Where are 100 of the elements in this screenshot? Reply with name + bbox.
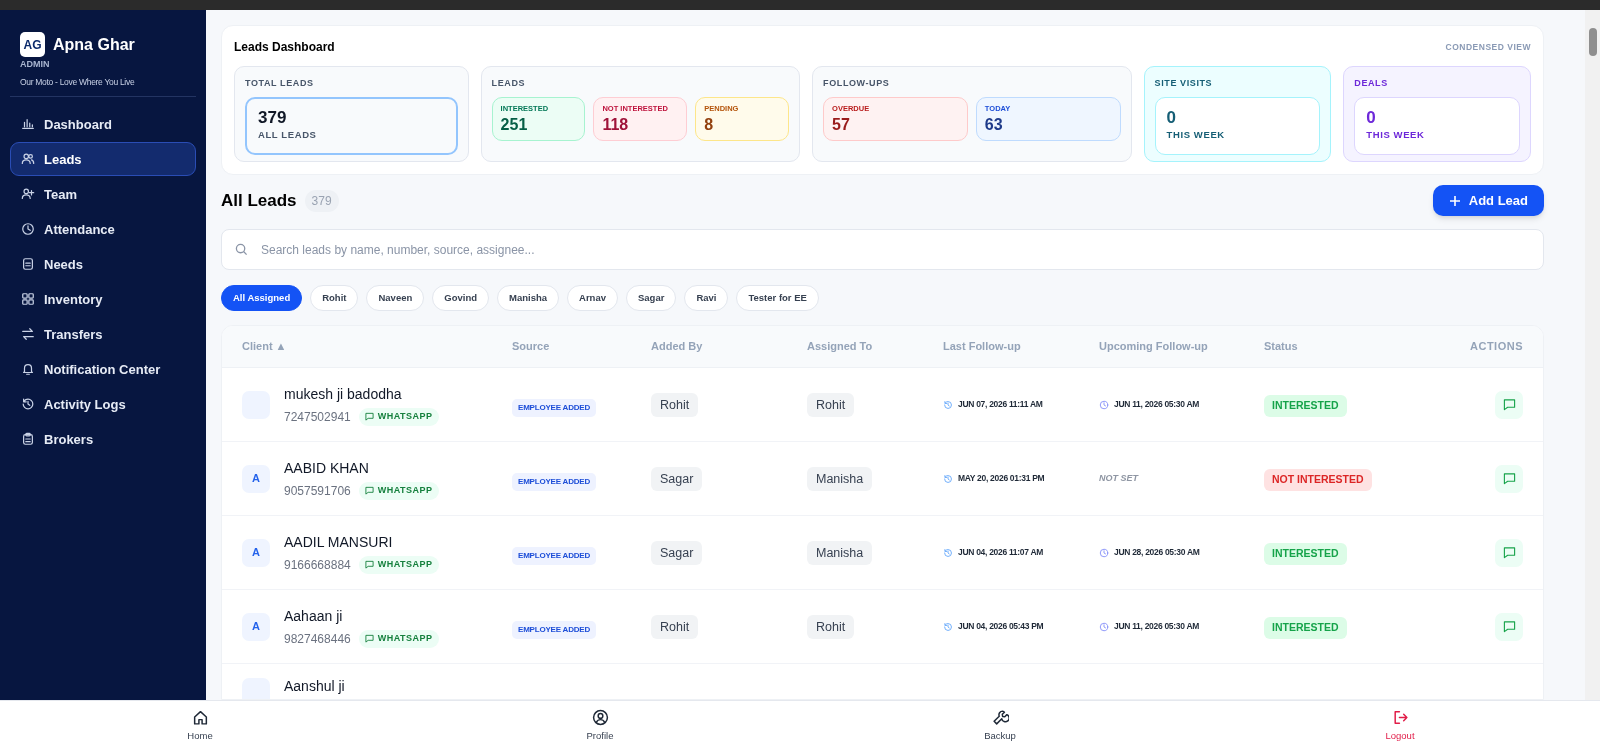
- bar-chart-icon: [21, 117, 35, 132]
- filter-chip[interactable]: Govind: [432, 285, 489, 311]
- sidebar-item[interactable]: Transfers: [10, 317, 196, 352]
- chat-icon: [364, 634, 374, 643]
- users-icon: [21, 152, 35, 167]
- dashboard-title: Leads Dashboard: [234, 39, 335, 56]
- chat-icon: [1502, 472, 1516, 485]
- assignee-tag: Manisha: [807, 466, 873, 492]
- filter-chip[interactable]: Naveen: [366, 285, 425, 311]
- assignee-tag: Rohit: [807, 614, 855, 640]
- source-tag: EMPLOYEE ADDED: [512, 472, 597, 491]
- added-by-tag: Rohit: [651, 614, 699, 640]
- comment-button[interactable]: [1495, 538, 1523, 567]
- bottom-nav-item[interactable]: Profile: [400, 701, 800, 751]
- stat-group-label: DEALS: [1354, 77, 1389, 90]
- source-tag: EMPLOYEE ADDED: [512, 546, 597, 565]
- stat-value: 379: [258, 108, 288, 129]
- filter-chip[interactable]: Tester for EE: [736, 285, 819, 311]
- whatsapp-button[interactable]: WHATSAPP: [358, 407, 439, 426]
- sidebar-item[interactable]: Dashboard: [10, 107, 196, 142]
- wrench-icon: [991, 708, 1009, 726]
- stat-group-label: SITE VISITS: [1154, 77, 1214, 90]
- assignee-tag: Rohit: [807, 392, 855, 418]
- user-plus-icon: [21, 187, 35, 202]
- client-name[interactable]: mukesh ji badodha: [284, 383, 439, 405]
- filter-chip[interactable]: Manisha: [497, 285, 560, 311]
- phone-number: 9166668884: [284, 556, 351, 574]
- comment-button[interactable]: [1495, 612, 1523, 641]
- status-badge: INTERESTED: [1264, 395, 1347, 417]
- logout-icon: [1391, 708, 1409, 726]
- stat-caption: ALL LEADS: [258, 128, 318, 143]
- added-by-tag: Rohit: [651, 392, 699, 418]
- filter-chip[interactable]: Arnav: [567, 285, 618, 311]
- sidebar-item[interactable]: Team: [10, 177, 196, 212]
- filter-chip[interactable]: Rohit: [310, 285, 359, 311]
- clock-icon: [1099, 399, 1109, 410]
- history-icon: [943, 621, 953, 632]
- stat-value: 251: [500, 114, 529, 134]
- search-field[interactable]: Search leads by name, number, source, assignee...: [221, 229, 1544, 270]
- added-by-tag: Sagar: [651, 466, 703, 492]
- upcoming-followup-date: JUN 11, 2026 05:30 AM: [1114, 620, 1200, 633]
- comment-button[interactable]: [1495, 390, 1523, 419]
- upcoming-followup-date: JUN 28, 2026 05:30 AM: [1114, 546, 1200, 559]
- upcoming-followup-date: JUN 11, 2026 05:30 AM: [1114, 398, 1200, 411]
- whatsapp-button[interactable]: WHATSAPP: [358, 481, 439, 500]
- status-badge: INTERESTED: [1264, 617, 1347, 639]
- client-name[interactable]: Aahaan ji: [284, 605, 439, 627]
- sidebar-item[interactable]: Attendance: [10, 212, 196, 247]
- bottom-nav-item[interactable]: Backup: [800, 701, 1200, 751]
- chat-icon: [364, 560, 374, 569]
- stat-value: 8: [704, 114, 715, 134]
- client-name[interactable]: Aanshul ji: [284, 678, 345, 694]
- sidebar-item[interactable]: Leads: [10, 142, 196, 177]
- added-by-tag: Sagar: [651, 540, 703, 566]
- sidebar-item[interactable]: Activity Logs: [10, 387, 196, 422]
- bottom-nav-item[interactable]: Home: [0, 701, 400, 751]
- stat-value: 63: [984, 114, 1004, 134]
- stat-group-label: TOTAL LEADS: [245, 77, 315, 90]
- sidebar-item[interactable]: Notification Center: [10, 352, 196, 387]
- stat-group-label: LEADS: [491, 77, 527, 90]
- chat-icon: [364, 412, 374, 421]
- chat-icon: [1502, 546, 1516, 559]
- sidebar-item[interactable]: Inventory: [10, 282, 196, 317]
- plus-icon: [1448, 194, 1461, 207]
- status-badge: INTERESTED: [1264, 543, 1347, 565]
- chat-icon: [1502, 620, 1516, 633]
- stat-value: 118: [602, 114, 630, 134]
- chat-icon: [1502, 398, 1516, 411]
- leads-title: All Leads: [221, 189, 297, 212]
- comment-button[interactable]: [1495, 464, 1523, 493]
- client-name[interactable]: AABID KHAN: [284, 457, 439, 479]
- clock-icon: [1099, 621, 1109, 632]
- chat-icon: [364, 486, 374, 495]
- stat-caption: THIS WEEK: [1366, 128, 1426, 143]
- history-icon: [943, 473, 953, 484]
- whatsapp-button[interactable]: WHATSAPP: [358, 555, 439, 574]
- stat-value: 0: [1166, 108, 1178, 129]
- whatsapp-button[interactable]: WHATSAPP: [358, 629, 439, 648]
- avatar: A: [242, 464, 270, 493]
- scrollbar[interactable]: [1585, 10, 1600, 700]
- document-icon: [21, 257, 35, 272]
- status-badge: NOT INTERESTED: [1264, 469, 1372, 491]
- filter-chip[interactable]: Ravi: [684, 285, 729, 311]
- history-icon: [943, 399, 953, 410]
- filter-chip[interactable]: Sagar: [625, 285, 677, 311]
- column-header: Assigned To: [807, 339, 874, 355]
- swap-arrows-icon: [21, 327, 35, 342]
- filter-chip[interactable]: All Assigned: [221, 285, 303, 311]
- search-icon: [235, 243, 248, 256]
- add-lead-button[interactable]: Add Lead: [1432, 185, 1544, 216]
- avatar: A: [242, 612, 270, 641]
- source-tag: EMPLOYEE ADDED: [512, 398, 597, 417]
- motto-text: Our Moto - Love Where You Live: [20, 75, 136, 89]
- column-header: ACTIONS: [1469, 339, 1523, 355]
- client-name[interactable]: AADIL MANSURI: [284, 531, 439, 553]
- bottom-nav-item[interactable]: Logout: [1200, 701, 1600, 751]
- sidebar-item[interactable]: Needs: [10, 247, 196, 282]
- sidebar-item[interactable]: Brokers: [10, 422, 196, 457]
- history-icon: [943, 547, 953, 558]
- leads-count: 379: [304, 189, 339, 212]
